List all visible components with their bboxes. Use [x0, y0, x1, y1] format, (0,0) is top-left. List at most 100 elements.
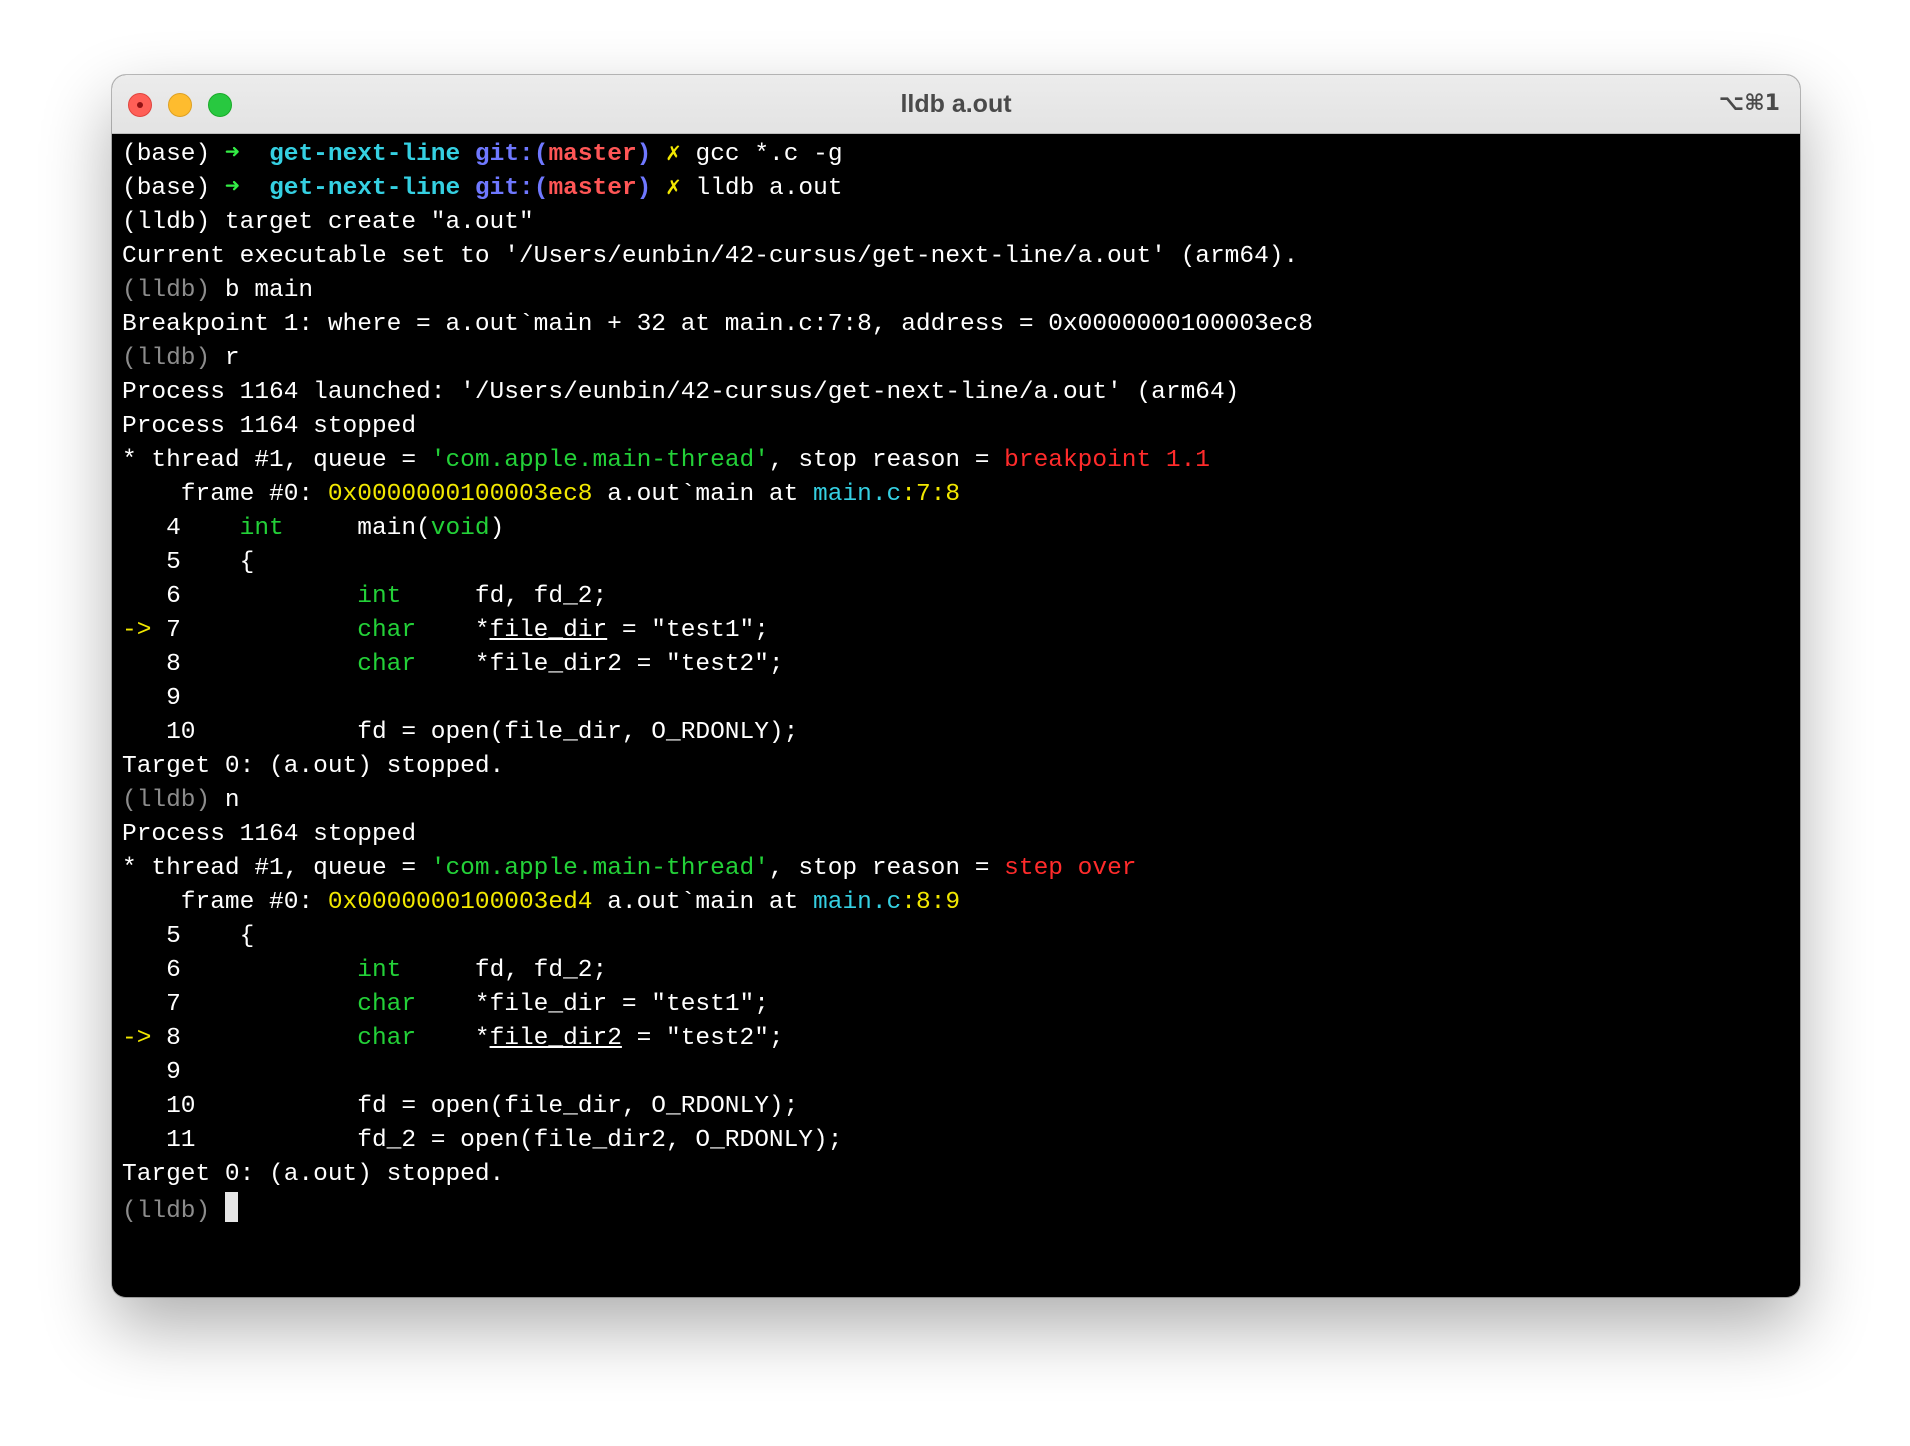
- terminal-line: 6 int fd, fd_2;: [122, 580, 1790, 614]
- terminal-text-segment: (base): [122, 141, 225, 168]
- terminal-text-segment: Target 0: (a.out) stopped.: [122, 753, 505, 780]
- terminal-text-segment: ✗: [651, 141, 696, 168]
- terminal-text-segment: *file_dir = "test1";: [416, 991, 769, 1018]
- terminal-line: -> 8 char *file_dir2 = "test2";: [122, 1022, 1790, 1056]
- terminal-text-segment: 0x0000000100003ec8: [327, 481, 593, 508]
- terminal-text-segment: lldb a.out: [695, 175, 843, 202]
- terminal-text-segment: (base): [122, 175, 225, 202]
- terminal-text-segment: 'com.apple.main-thread': [430, 447, 769, 474]
- terminal-line: -> 7 char *file_dir = "test1";: [122, 614, 1790, 648]
- terminal-text-segment: * thread #1, queue =: [122, 447, 431, 474]
- terminal-text-segment: (lldb): [122, 277, 225, 304]
- terminal-line: 6 int fd, fd_2;: [122, 954, 1790, 988]
- terminal-text-segment: fd, fd_2;: [401, 957, 608, 984]
- terminal-text-segment: git:(: [474, 175, 549, 202]
- terminal-text-segment: , stop reason =: [768, 447, 1005, 474]
- terminal-line: 10 fd = open(file_dir, O_RDONLY);: [122, 716, 1790, 750]
- terminal-text-segment: *: [416, 1025, 490, 1052]
- terminal-line: * thread #1, queue = 'com.apple.main-thr…: [122, 852, 1790, 886]
- terminal-text-segment: 'com.apple.main-thread': [430, 855, 769, 882]
- terminal-text-segment: 10 fd = open(file_dir, O_RDONLY);: [122, 719, 799, 746]
- terminal-line: (lldb) b main: [122, 274, 1790, 308]
- terminal-line: 9: [122, 1056, 1790, 1090]
- terminal-line: Target 0: (a.out) stopped.: [122, 1158, 1790, 1192]
- terminal-line: Target 0: (a.out) stopped.: [122, 750, 1790, 784]
- terminal-text-segment: Breakpoint 1: where = a.out`main + 32 at…: [122, 311, 1313, 338]
- terminal-text-segment: 5 {: [122, 549, 255, 576]
- terminal-text-segment: main.c: [813, 481, 902, 508]
- terminal-text-segment: frame #0:: [122, 481, 328, 508]
- terminal-line: 8 char *file_dir2 = "test2";: [122, 648, 1790, 682]
- terminal-line: (lldb) n: [122, 784, 1790, 818]
- terminal-text-segment: int: [239, 515, 284, 542]
- terminal-line: (lldb) target create "a.out": [122, 206, 1790, 240]
- terminal-text-segment: ->: [122, 1025, 167, 1052]
- terminal-text-segment: (lldb): [122, 787, 225, 814]
- terminal-text-segment: Current executable set to '/Users/eunbin…: [122, 243, 1299, 270]
- window-title: lldb a.out: [900, 90, 1012, 118]
- terminal-text-segment: (lldb): [122, 345, 225, 372]
- terminal-text-segment: n: [224, 787, 240, 814]
- terminal-text-segment: git:(: [474, 141, 549, 168]
- terminal-text-segment: gcc *.c -g: [695, 141, 843, 168]
- terminal-text-segment: int: [357, 583, 402, 610]
- terminal-text-segment: Process 1164 stopped: [122, 413, 417, 440]
- terminal-line: (base) ➜ get-next-line git:(master) ✗ gc…: [122, 138, 1790, 172]
- terminal-text-segment: char: [357, 651, 417, 678]
- terminal-text-segment: char: [357, 991, 417, 1018]
- title-bar: lldb a.out ⌥⌘1: [112, 75, 1800, 134]
- terminal-text-segment: (lldb): [122, 1198, 225, 1225]
- terminal-text-segment: a.out`main at: [592, 889, 814, 916]
- terminal-text-segment: file_dir2: [489, 1025, 622, 1052]
- terminal-line: Current executable set to '/Users/eunbin…: [122, 240, 1790, 274]
- terminal-text-segment: 7: [122, 991, 358, 1018]
- terminal-text-segment: int: [357, 957, 402, 984]
- terminal-text-segment: 8: [122, 651, 358, 678]
- terminal-output: (base) ➜ get-next-line git:(master) ✗ gc…: [122, 138, 1790, 1226]
- terminal-content[interactable]: (base) ➜ get-next-line git:(master) ✗ gc…: [112, 134, 1800, 1297]
- terminal-line: 5 {: [122, 920, 1790, 954]
- terminal-line: * thread #1, queue = 'com.apple.main-thr…: [122, 444, 1790, 478]
- terminal-text-segment: breakpoint 1.1: [1004, 447, 1211, 474]
- terminal-text-segment: ✗: [651, 175, 696, 202]
- terminal-text-segment: ): [636, 175, 652, 202]
- terminal-text-segment: b main: [224, 277, 314, 304]
- terminal-text-segment: Target 0: (a.out) stopped.: [122, 1161, 505, 1188]
- terminal-line: 9: [122, 682, 1790, 716]
- terminal-text-segment: 6: [122, 583, 358, 610]
- terminal-text-segment: step over: [1004, 855, 1137, 882]
- terminal-line: Breakpoint 1: where = a.out`main + 32 at…: [122, 308, 1790, 342]
- terminal-text-segment: file_dir: [489, 617, 608, 644]
- terminal-line: 11 fd_2 = open(file_dir2, O_RDONLY);: [122, 1124, 1790, 1158]
- terminal-line: Process 1164 stopped: [122, 818, 1790, 852]
- terminal-line: frame #0: 0x0000000100003ed4 a.out`main …: [122, 886, 1790, 920]
- terminal-text-segment: 8: [166, 1025, 358, 1052]
- terminal-text-segment: *file_dir2 = "test2";: [416, 651, 784, 678]
- terminal-text-segment: (lldb) target create "a.out": [122, 209, 534, 236]
- terminal-text-segment: frame #0:: [122, 889, 328, 916]
- terminal-text-segment: ->: [122, 617, 167, 644]
- terminal-text-segment: get-next-line: [269, 141, 475, 168]
- terminal-line: Process 1164 launched: '/Users/eunbin/42…: [122, 376, 1790, 410]
- terminal-text-segment: 10 fd = open(file_dir, O_RDONLY);: [122, 1093, 799, 1120]
- terminal-cursor: [224, 1192, 238, 1222]
- terminal-text-segment: 5 {: [122, 923, 255, 950]
- terminal-text-segment: Process 1164 launched: '/Users/eunbin/42…: [122, 379, 1240, 406]
- terminal-text-segment: main(: [283, 515, 431, 542]
- terminal-text-segment: :7:8: [901, 481, 961, 508]
- terminal-text-segment: 6: [122, 957, 358, 984]
- terminal-text-segment: main.c: [813, 889, 902, 916]
- terminal-text-segment: ➜: [224, 141, 270, 168]
- terminal-window: lldb a.out ⌥⌘1 (base) ➜ get-next-line gi…: [112, 75, 1800, 1297]
- terminal-text-segment: 9: [122, 685, 181, 712]
- terminal-text-segment: = "test1";: [607, 617, 769, 644]
- terminal-text-segment: *: [416, 617, 490, 644]
- terminal-text-segment: ): [636, 141, 652, 168]
- terminal-text-segment: ): [489, 515, 505, 542]
- terminal-line: (lldb) r: [122, 342, 1790, 376]
- terminal-text-segment: ➜: [224, 175, 270, 202]
- window-shortcut-label: ⌥⌘1: [1718, 91, 1780, 116]
- terminal-text-segment: = "test2";: [621, 1025, 784, 1052]
- terminal-text-segment: get-next-line: [269, 175, 475, 202]
- terminal-text-segment: * thread #1, queue =: [122, 855, 431, 882]
